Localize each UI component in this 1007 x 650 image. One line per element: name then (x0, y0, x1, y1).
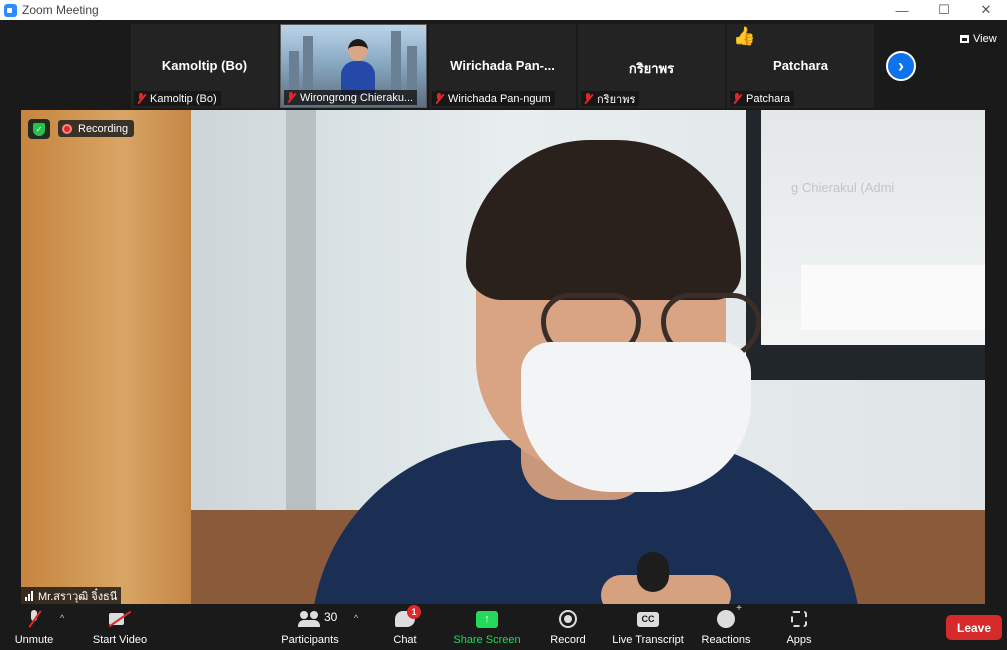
participant-name: Patchara (773, 58, 828, 73)
background-building (289, 51, 299, 91)
apps-icon (791, 611, 807, 627)
video-background-screen: g Chierakul (Admi (746, 110, 985, 380)
thumbs-up-icon: 👍 (733, 26, 756, 46)
background-building (391, 31, 401, 91)
record-dot-icon (62, 123, 72, 134)
participant-video-person (341, 35, 375, 95)
participant-tile[interactable]: 👍 Patchara Patchara (727, 24, 874, 108)
participants-options-chevron-icon[interactable]: ^ (354, 613, 358, 623)
window-controls: — ☐ ✕ (881, 0, 1007, 20)
mic-muted-icon (286, 92, 296, 104)
speaker-face-mask (521, 342, 751, 492)
participant-tile-video[interactable]: Wirongrong Chieraku... (280, 24, 427, 108)
closed-caption-icon: CC (637, 611, 659, 627)
mic-muted-icon (434, 93, 444, 105)
chat-notification-badge: 1 (407, 605, 421, 619)
start-video-button[interactable]: Start Video (90, 608, 150, 648)
video-background-wall (21, 110, 191, 604)
participant-gallery: Kamoltip (Bo) Kamoltip (Bo) Wirongrong C… (0, 20, 1007, 110)
background-screen-text: g Chierakul (Admi (791, 180, 895, 195)
audio-options-chevron-icon[interactable]: ^ (60, 613, 64, 623)
video-off-icon (109, 612, 131, 626)
speaker-microphone (637, 552, 669, 592)
reactions-button[interactable]: Reactions (700, 603, 752, 648)
background-building (303, 36, 313, 91)
reactions-smiley-icon (717, 603, 742, 628)
recording-indicator[interactable]: Recording (58, 120, 135, 137)
participant-label: Wirongrong Chieraku... (284, 90, 418, 105)
participant-label: Patchara (730, 91, 795, 106)
participant-name: กริยาพร (628, 61, 675, 76)
share-screen-button[interactable]: ↑ Share Screen (452, 608, 522, 648)
view-button[interactable]: View (960, 33, 997, 45)
shield-check-icon: ✓ (33, 122, 45, 136)
grid-view-icon (960, 35, 969, 43)
zoom-logo-icon (4, 3, 17, 17)
record-icon (559, 610, 577, 628)
participants-count: 30 (324, 610, 338, 624)
background-building (407, 46, 417, 91)
mic-muted-icon (28, 610, 40, 628)
title-bar: Zoom Meeting — ☐ ✕ (0, 0, 1007, 20)
participant-label: กริยาพร (581, 91, 640, 106)
active-speaker-video[interactable]: g Chierakul (Admi ✓ Recording Mr.สราวุฒิ… (21, 110, 985, 604)
participants-button[interactable]: 30 Participants (280, 608, 340, 648)
share-screen-icon: ↑ (476, 610, 498, 628)
participant-name: Kamoltip (Bo) (161, 58, 248, 73)
mic-muted-icon (136, 93, 146, 105)
apps-button[interactable]: Apps (784, 608, 814, 648)
maximize-icon[interactable]: ☐ (923, 0, 965, 20)
speaker-name-label: Mr.สราวุฒิ จิ๋งธนี (21, 587, 122, 604)
minimize-icon[interactable]: — (881, 0, 923, 20)
mic-muted-icon (583, 93, 593, 105)
chevron-right-icon: › (898, 55, 904, 76)
window-title: Zoom Meeting (22, 3, 99, 17)
participant-label: Wirichada Pan-ngum (432, 91, 555, 106)
leave-button[interactable]: Leave (946, 615, 1002, 640)
next-page-button[interactable]: › (886, 51, 916, 81)
unmute-button[interactable]: Unmute (14, 608, 54, 648)
meeting-toolbar: Unmute ^ Start Video 30 Participants ^ 1… (0, 603, 1007, 650)
participant-tile[interactable]: Wirichada Pan-... Wirichada Pan-ngum (429, 24, 576, 108)
chat-button[interactable]: 1 Chat (390, 605, 421, 648)
chat-icon: 1 (395, 605, 421, 627)
participants-icon (298, 611, 322, 627)
participant-tile[interactable]: กริยาพร กริยาพร (578, 24, 725, 108)
signal-bars-icon (25, 590, 34, 601)
mic-muted-icon (732, 93, 742, 105)
close-icon[interactable]: ✕ (965, 0, 1007, 20)
live-transcript-button[interactable]: CC Live Transcript (610, 608, 686, 648)
participant-name: Wirichada Pan-... (450, 58, 555, 73)
record-button[interactable]: Record (548, 608, 588, 648)
participant-tile[interactable]: Kamoltip (Bo) Kamoltip (Bo) (131, 24, 278, 108)
encryption-badge[interactable]: ✓ (28, 119, 50, 139)
participant-label: Kamoltip (Bo) (134, 91, 221, 106)
